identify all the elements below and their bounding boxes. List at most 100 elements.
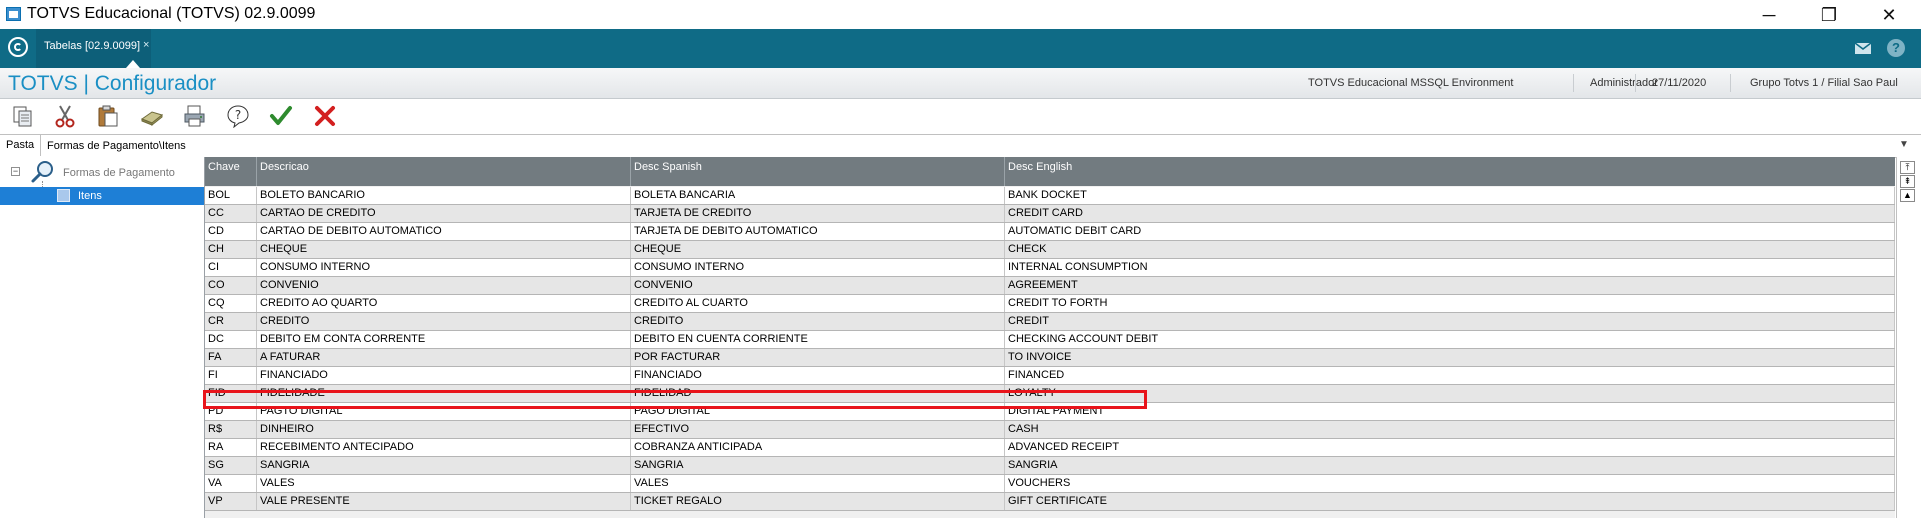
cut-icon	[55, 105, 75, 128]
cell-desc-spanish: CREDITO AL CUARTO	[631, 295, 1005, 312]
cell-descricao: CHEQUE	[257, 241, 631, 258]
paste-icon	[98, 105, 118, 127]
table-row[interactable]: CO CONVENIO CONVENIO AGREEMENT	[205, 277, 1895, 295]
window-title-bar: TOTVS Educacional (TOTVS) 02.9.0099 ─ ❐ …	[0, 0, 1921, 29]
help-button[interactable]: ?	[223, 102, 253, 130]
module-header: TOTVS | Configurador TOTVS Educacional M…	[0, 68, 1921, 99]
help-circle-icon[interactable]: ?	[1887, 39, 1905, 57]
confirm-button[interactable]	[266, 102, 296, 130]
collapse-icon[interactable]: −	[11, 167, 20, 176]
minimize-button[interactable]: ─	[1746, 2, 1792, 28]
table-row[interactable]: FID FIDELIDADE FIDELIDAD LOYALTY	[205, 385, 1895, 403]
column-header-label: Descricao	[260, 161, 309, 173]
table-row[interactable]: CI CONSUMO INTERNO CONSUMO INTERNO INTERNAL…	[205, 259, 1895, 277]
column-header-label: Desc English	[1008, 161, 1073, 173]
table-row[interactable]: RA RECEBIMENTO ANTECIPADO COBRANZA ANTICIP…	[205, 439, 1895, 457]
table-row[interactable]: PD PAGTO DIGITAL PAGO DIGITAL DIGITAL PAYME…	[205, 403, 1895, 421]
close-window-button[interactable]: ✕	[1866, 2, 1912, 28]
cell-chave: BOL	[205, 187, 257, 204]
active-tab-caret-icon	[126, 60, 140, 68]
column-header-descricao[interactable]: Descricao	[257, 157, 631, 186]
tree-item-itens[interactable]: Itens	[0, 187, 204, 205]
cell-desc-spanish: DEBITO EN CUENTA CORRIENTE	[631, 331, 1005, 348]
tab-close-button[interactable]: ×	[143, 39, 149, 51]
print-button[interactable]	[180, 102, 210, 130]
maximize-button[interactable]: ❐	[1806, 2, 1852, 28]
cell-chave: R$	[205, 421, 257, 438]
eraser-button[interactable]	[137, 102, 167, 130]
cell-desc-spanish: CONSUMO INTERNO	[631, 259, 1005, 276]
cell-chave: CH	[205, 241, 257, 258]
cell-descricao: CARTAO DE DEBITO AUTOMATICO	[257, 223, 631, 240]
vertical-scrollbar[interactable]: ⤒ ⇞ ▲	[1896, 157, 1921, 518]
cell-desc-english: CHECKING ACCOUNT DEBIT	[1005, 331, 1895, 348]
cell-desc-spanish: EFECTIVO	[631, 421, 1005, 438]
cut-button[interactable]	[50, 102, 80, 130]
cell-descricao: CONVENIO	[257, 277, 631, 294]
table-row[interactable]: CR CREDITO CREDITO CREDIT	[205, 313, 1895, 331]
cell-desc-english: ADVANCED RECEIPT	[1005, 439, 1895, 456]
totvs-logo-icon[interactable]	[8, 37, 28, 57]
table-row[interactable]: VA VALES VALES VOUCHERS	[205, 475, 1895, 493]
table-row[interactable]: CD CARTAO DE DEBITO AUTOMATICO TARJETA DE …	[205, 223, 1895, 241]
cell-chave: CI	[205, 259, 257, 276]
help-icon: ?	[227, 105, 249, 128]
cell-descricao: PAGTO DIGITAL	[257, 403, 631, 420]
cell-descricao: CREDITO AO QUARTO	[257, 295, 631, 312]
eraser-icon	[140, 111, 164, 127]
print-icon	[184, 105, 205, 127]
cell-descricao: VALE PRESENTE	[257, 493, 631, 510]
copy-icon	[13, 106, 32, 127]
cell-chave: CR	[205, 313, 257, 330]
table-row[interactable]: CQ CREDITO AO QUARTO CREDITO AL CUARTO CRED…	[205, 295, 1895, 313]
tree-root-label: Formas de Pagamento	[63, 167, 175, 179]
chevron-down-icon[interactable]: ▼	[1899, 139, 1909, 150]
scroll-page-up-button[interactable]: ⇞	[1900, 175, 1915, 188]
table-row[interactable]: CH CHEQUE CHEQUE CHECK	[205, 241, 1895, 259]
column-header-desc-english[interactable]: Desc English	[1005, 157, 1895, 186]
table-row[interactable]: VP VALE PRESENTE TICKET REGALO GIFT CERTIFI…	[205, 493, 1895, 511]
column-header-chave[interactable]: Chave	[205, 157, 257, 186]
scroll-up-button[interactable]: ▲	[1900, 189, 1915, 202]
tab-bar: Tabelas [02.9.0099] × ?	[0, 29, 1921, 68]
cell-desc-english: CREDIT TO FORTH	[1005, 295, 1895, 312]
cancel-button[interactable]	[310, 102, 340, 130]
cell-desc-spanish: TARJETA DE DEBITO AUTOMATICO	[631, 223, 1005, 240]
tree-item-formas-de-pagamento[interactable]: − Formas de Pagamento	[8, 161, 204, 183]
table-row[interactable]: BOL BOLETO BANCARIO BOLETA BANCARIA BANK DO…	[205, 187, 1895, 205]
cell-descricao: CONSUMO INTERNO	[257, 259, 631, 276]
table-row[interactable]: CC CARTAO DE CREDITO TARJETA DE CREDITO CRE…	[205, 205, 1895, 223]
table-row[interactable]: SG SANGRIA SANGRIA SANGRIA	[205, 457, 1895, 475]
table-row[interactable]: R$ DINHEIRO EFECTIVO CASH	[205, 421, 1895, 439]
cell-desc-english: CREDIT CARD	[1005, 205, 1895, 222]
column-header-desc-spanish[interactable]: Desc Spanish	[631, 157, 1005, 186]
grid-rows: BOL BOLETO BANCARIO BOLETA BANCARIA BANK DO…	[205, 187, 1895, 511]
grid-header: Chave Descricao Desc Spanish Desc Englis…	[205, 157, 1895, 186]
cell-desc-spanish: CONVENIO	[631, 277, 1005, 294]
copy-button[interactable]	[8, 102, 38, 130]
table-row[interactable]: FI FINANCIADO FINANCIADO FINANCED	[205, 367, 1895, 385]
scroll-top-button[interactable]: ⤒	[1900, 161, 1915, 174]
cell-desc-english: FINANCED	[1005, 367, 1895, 384]
cell-desc-english: CASH	[1005, 421, 1895, 438]
cell-chave: VA	[205, 475, 257, 492]
paste-button[interactable]	[93, 102, 123, 130]
cell-descricao: VALES	[257, 475, 631, 492]
tab-tabelas[interactable]: Tabelas [02.9.0099] ×	[36, 29, 151, 68]
cell-descricao: RECEBIMENTO ANTECIPADO	[257, 439, 631, 456]
table-row[interactable]: DC DEBITO EM CONTA CORRENTE DEBITO EN CUEN…	[205, 331, 1895, 349]
cell-chave: CD	[205, 223, 257, 240]
date-label: 27/11/2020	[1652, 77, 1707, 89]
cell-desc-english: BANK DOCKET	[1005, 187, 1895, 204]
cell-descricao: FINANCIADO	[257, 367, 631, 384]
header-divider	[1730, 74, 1731, 92]
cell-desc-spanish: FIDELIDAD	[631, 385, 1005, 402]
mail-icon[interactable]	[1852, 37, 1874, 59]
cell-desc-english: LOYALTY	[1005, 385, 1895, 402]
cell-desc-english: DIGITAL PAYMENT	[1005, 403, 1895, 420]
folder-path-field[interactable]: Formas de Pagamento\Itens	[40, 135, 1897, 156]
table-row[interactable]: FA A FATURAR POR FACTURAR TO INVOICE	[205, 349, 1895, 367]
cell-descricao: A FATURAR	[257, 349, 631, 366]
cell-desc-spanish: POR FACTURAR	[631, 349, 1005, 366]
cell-chave: DC	[205, 331, 257, 348]
